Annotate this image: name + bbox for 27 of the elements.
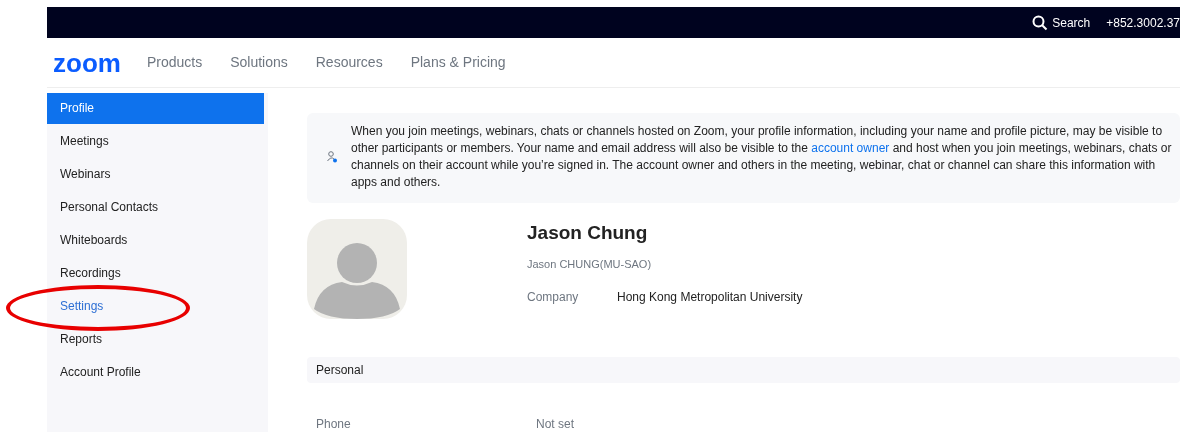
- sidebar-item[interactable]: Account Profile: [47, 357, 268, 388]
- sidebar-item[interactable]: Settings: [47, 291, 268, 322]
- sidebar-item[interactable]: Profile: [47, 93, 264, 124]
- user-icon: [327, 151, 337, 163]
- search-link[interactable]: Search: [1032, 13, 1091, 32]
- user-name: Jason Chung: [527, 221, 649, 245]
- sidebar-item[interactable]: Meetings: [47, 126, 268, 157]
- field-label: Phone: [316, 416, 352, 432]
- phone-number: +852.3002.37: [1106, 14, 1180, 32]
- search-icon: [1032, 14, 1049, 31]
- field-label: Company: [527, 289, 580, 306]
- account-owner-link[interactable]: account owner: [811, 141, 890, 155]
- field-value: Hong Kong Metropolitan University: [617, 289, 803, 306]
- sidebar-item[interactable]: Personal Contacts: [47, 192, 268, 223]
- nav-link[interactable]: Resources: [315, 52, 383, 73]
- section-header: Personal: [307, 357, 1180, 383]
- sidebar-item[interactable]: Whiteboards: [47, 225, 268, 256]
- nav-link[interactable]: Solutions: [230, 52, 288, 73]
- nav-link[interactable]: Products: [146, 52, 203, 73]
- sidebar-item[interactable]: Reports: [47, 324, 268, 355]
- nav-link[interactable]: Plans & Pricing: [410, 52, 506, 73]
- notice-text: When you join meetings, webinars, chats or channels hosted on Zoom, your profile information, including your name and profile picture, may be visible to other participants or members. Your name and email address will also be visible to the account owner and host when you join meetings, webinars, chats or channels on their account while you’re signed in. The account owner and others in the meeting, webinar, chat or channel can share this information with apps and others.: [351, 123, 1173, 191]
- sidebar-item[interactable]: Webinars: [47, 159, 268, 190]
- display-name: Jason CHUNG(MU-SAO): [527, 256, 653, 272]
- sidebar-item[interactable]: Recordings: [47, 258, 268, 289]
- field-value: Not set: [536, 416, 574, 432]
- logo[interactable]: zoom: [53, 49, 121, 76]
